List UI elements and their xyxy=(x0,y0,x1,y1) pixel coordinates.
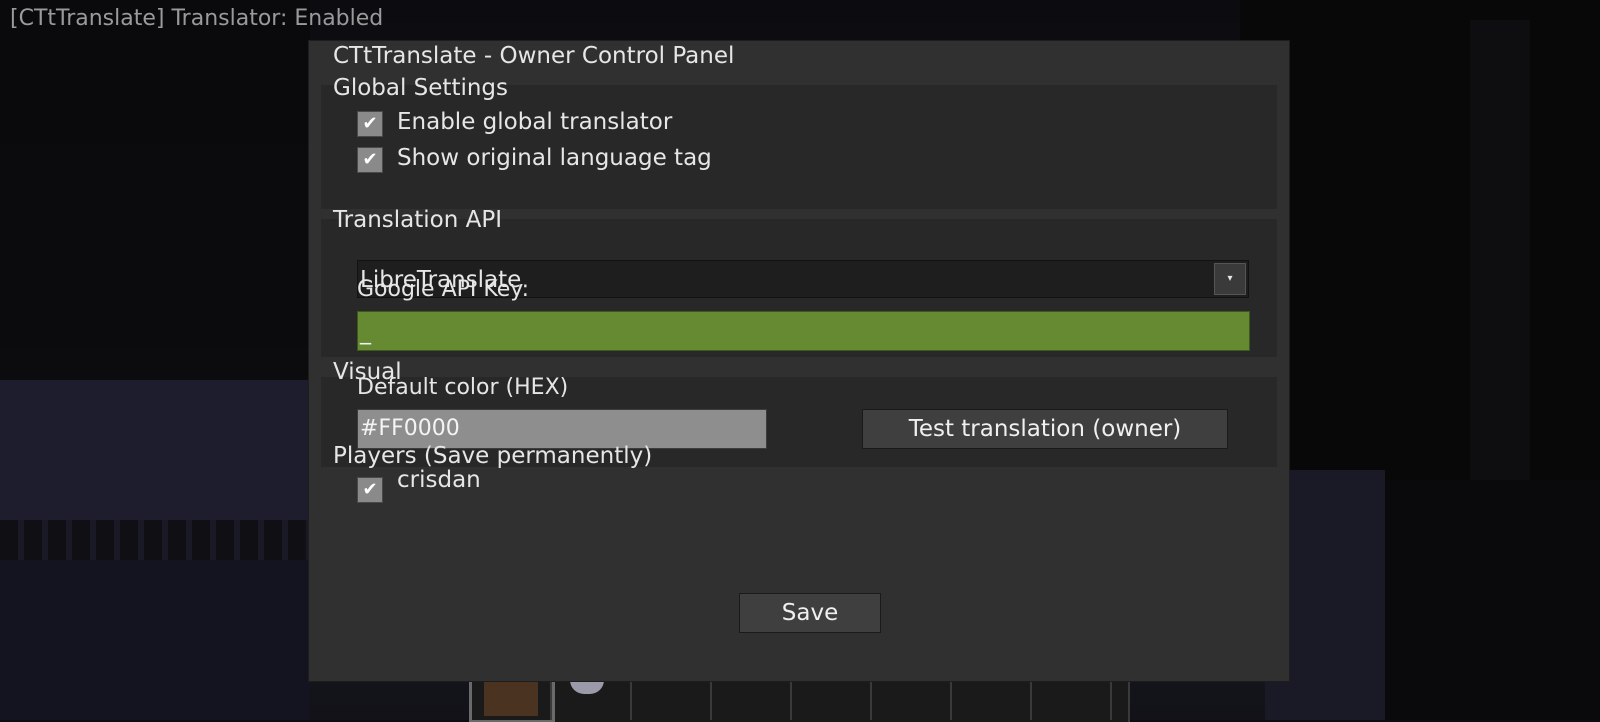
hotbar-slot[interactable] xyxy=(792,678,872,720)
default-color-value: #FF0000 xyxy=(360,416,460,441)
show-original-language-tag-label: Show original language tag xyxy=(397,145,712,171)
test-translation-button[interactable]: Test translation (owner) xyxy=(862,409,1228,449)
hotbar-slot[interactable] xyxy=(952,678,1032,720)
enable-global-translator-checkbox[interactable]: ✔ xyxy=(357,111,383,137)
player-crisdan-checkbox[interactable]: ✔ xyxy=(357,477,383,503)
chat-status-message: [CTtTranslate] Translator: Enabled xyxy=(10,6,384,31)
enable-global-translator-label: Enable global translator xyxy=(397,109,673,135)
panel-title: CTtTranslate - Owner Control Panel xyxy=(333,43,735,69)
tree-silhouette-right xyxy=(1240,0,1600,480)
hotbar xyxy=(469,675,1130,722)
api-key-value: _ xyxy=(360,320,371,345)
google-api-key-label: Google API Key: xyxy=(357,277,530,302)
translation-api-heading: Translation API xyxy=(333,207,503,233)
ground-left xyxy=(0,560,310,720)
tree-silhouette-left xyxy=(0,0,310,380)
hotbar-slot[interactable] xyxy=(632,678,712,720)
google-api-key-input[interactable]: _ xyxy=(357,311,1250,351)
fence xyxy=(0,520,310,560)
player-name: crisdan xyxy=(397,467,481,493)
hotbar-slot[interactable] xyxy=(1032,678,1112,720)
chevron-down-icon[interactable]: ▾ xyxy=(1214,263,1246,295)
hotbar-slot-dirt-block[interactable] xyxy=(469,675,555,722)
save-button[interactable]: Save xyxy=(739,593,881,633)
global-settings-heading: Global Settings xyxy=(333,75,509,101)
tree-trunk-right xyxy=(1470,20,1530,520)
default-color-label: Default color (HEX) xyxy=(357,375,569,400)
owner-control-panel: CTtTranslate - Owner Control Panel Globa… xyxy=(308,40,1290,682)
hotbar-slot[interactable] xyxy=(872,678,952,720)
show-original-language-tag-checkbox[interactable]: ✔ xyxy=(357,147,383,173)
hotbar-slot-snow-layer[interactable] xyxy=(552,678,632,720)
players-heading: Players (Save permanently) xyxy=(333,443,653,469)
hotbar-slot[interactable] xyxy=(712,678,792,720)
